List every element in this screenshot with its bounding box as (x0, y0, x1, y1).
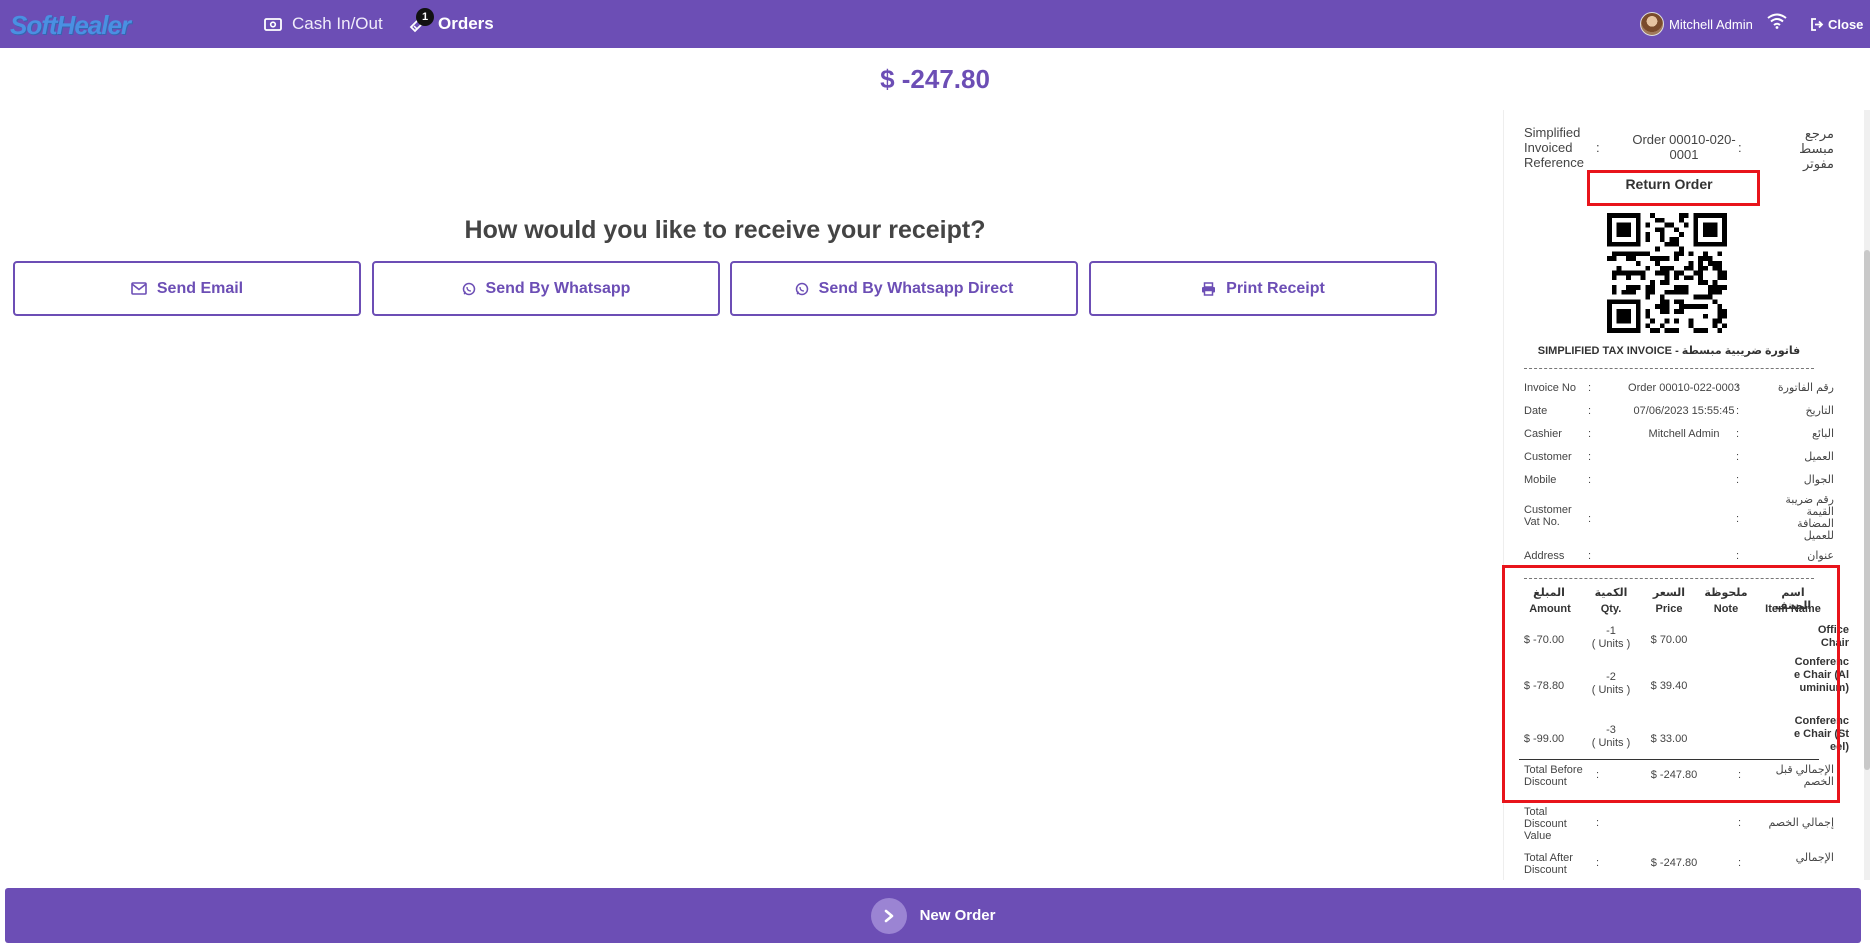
chevron-right-icon (884, 909, 893, 922)
invoice-field-row: Customer Vat No.:: رقم ضريبة القيمة المضا… (1524, 494, 1834, 542)
avatar (1640, 12, 1664, 36)
money-icon (264, 17, 282, 31)
close-button[interactable]: Close (1810, 0, 1863, 48)
top-bar: SoftHealer Cash In/Out 1 Orders Mitchell… (0, 0, 1870, 48)
brand-logo: SoftHealer (10, 10, 131, 40)
whatsapp-icon (462, 282, 475, 295)
order-lines-highlight (1502, 565, 1840, 803)
invoice-field-row: Invoice No: Order 00010-022-0003: رقم الفا… (1524, 382, 1834, 394)
send-whatsapp-direct-button[interactable]: Send By Whatsapp Direct (730, 261, 1078, 316)
user-name: Mitchell Admin (1669, 16, 1753, 32)
new-order-label: New Order (919, 907, 996, 924)
new-order-button[interactable]: New Order (5, 888, 1861, 943)
wifi-icon (1767, 13, 1787, 29)
orders-label: Orders (438, 14, 494, 33)
invoice-title: SIMPLIFIED TAX INVOICE - فاتورة ضريبية م… (1537, 345, 1801, 357)
send-whatsapp-button[interactable]: Send By Whatsapp (372, 261, 720, 316)
invoice-field-row: Customer:: العميل (1524, 451, 1834, 463)
receipt-question: How would you like to receive your recei… (464, 216, 986, 244)
invoice-field-row: Cashier: Mitchell Admin: البائع (1524, 428, 1834, 440)
total-amount: $ -247.80 (880, 64, 990, 94)
qr-code (1607, 213, 1727, 333)
printer-icon (1202, 281, 1216, 296)
total-row: Total After Discount: $ -247.80: الإجمالي (1524, 852, 1834, 876)
invoice-field-row: Mobile:: الجوال (1524, 474, 1834, 486)
send-whatsapp-direct-label: Send By Whatsapp Direct (818, 279, 1014, 297)
invoice-field-row: Date:07/06/2023 15:55:45: التاريخ (1524, 405, 1834, 417)
invoice-field-row: Address:: عنوان (1524, 550, 1834, 562)
print-receipt-button[interactable]: Print Receipt (1089, 261, 1437, 316)
cash-in-out-label: Cash In/Out (292, 14, 383, 33)
orders-button[interactable]: 1 Orders (408, 0, 494, 48)
return-order-highlight (1587, 170, 1760, 206)
whatsapp-icon (795, 282, 808, 295)
receipt-scrollbar-thumb[interactable] (1864, 250, 1870, 770)
send-email-button[interactable]: Send Email (13, 261, 361, 316)
send-whatsapp-label: Send By Whatsapp (485, 279, 631, 297)
user-menu[interactable]: Mitchell Admin (1640, 0, 1753, 48)
send-email-label: Send Email (156, 279, 244, 297)
print-receipt-label: Print Receipt (1226, 279, 1325, 297)
total-row: Total Discount Value:: إجمالي الخصم (1524, 806, 1834, 842)
sign-out-icon (1811, 17, 1824, 31)
close-label: Close (1828, 16, 1864, 32)
reference-row: Simplified Invoiced Reference : Order 00… (1524, 125, 1834, 171)
envelope-icon (131, 282, 147, 295)
orders-badge: 1 (416, 8, 434, 26)
cash-in-out-button[interactable]: Cash In/Out (264, 0, 383, 48)
